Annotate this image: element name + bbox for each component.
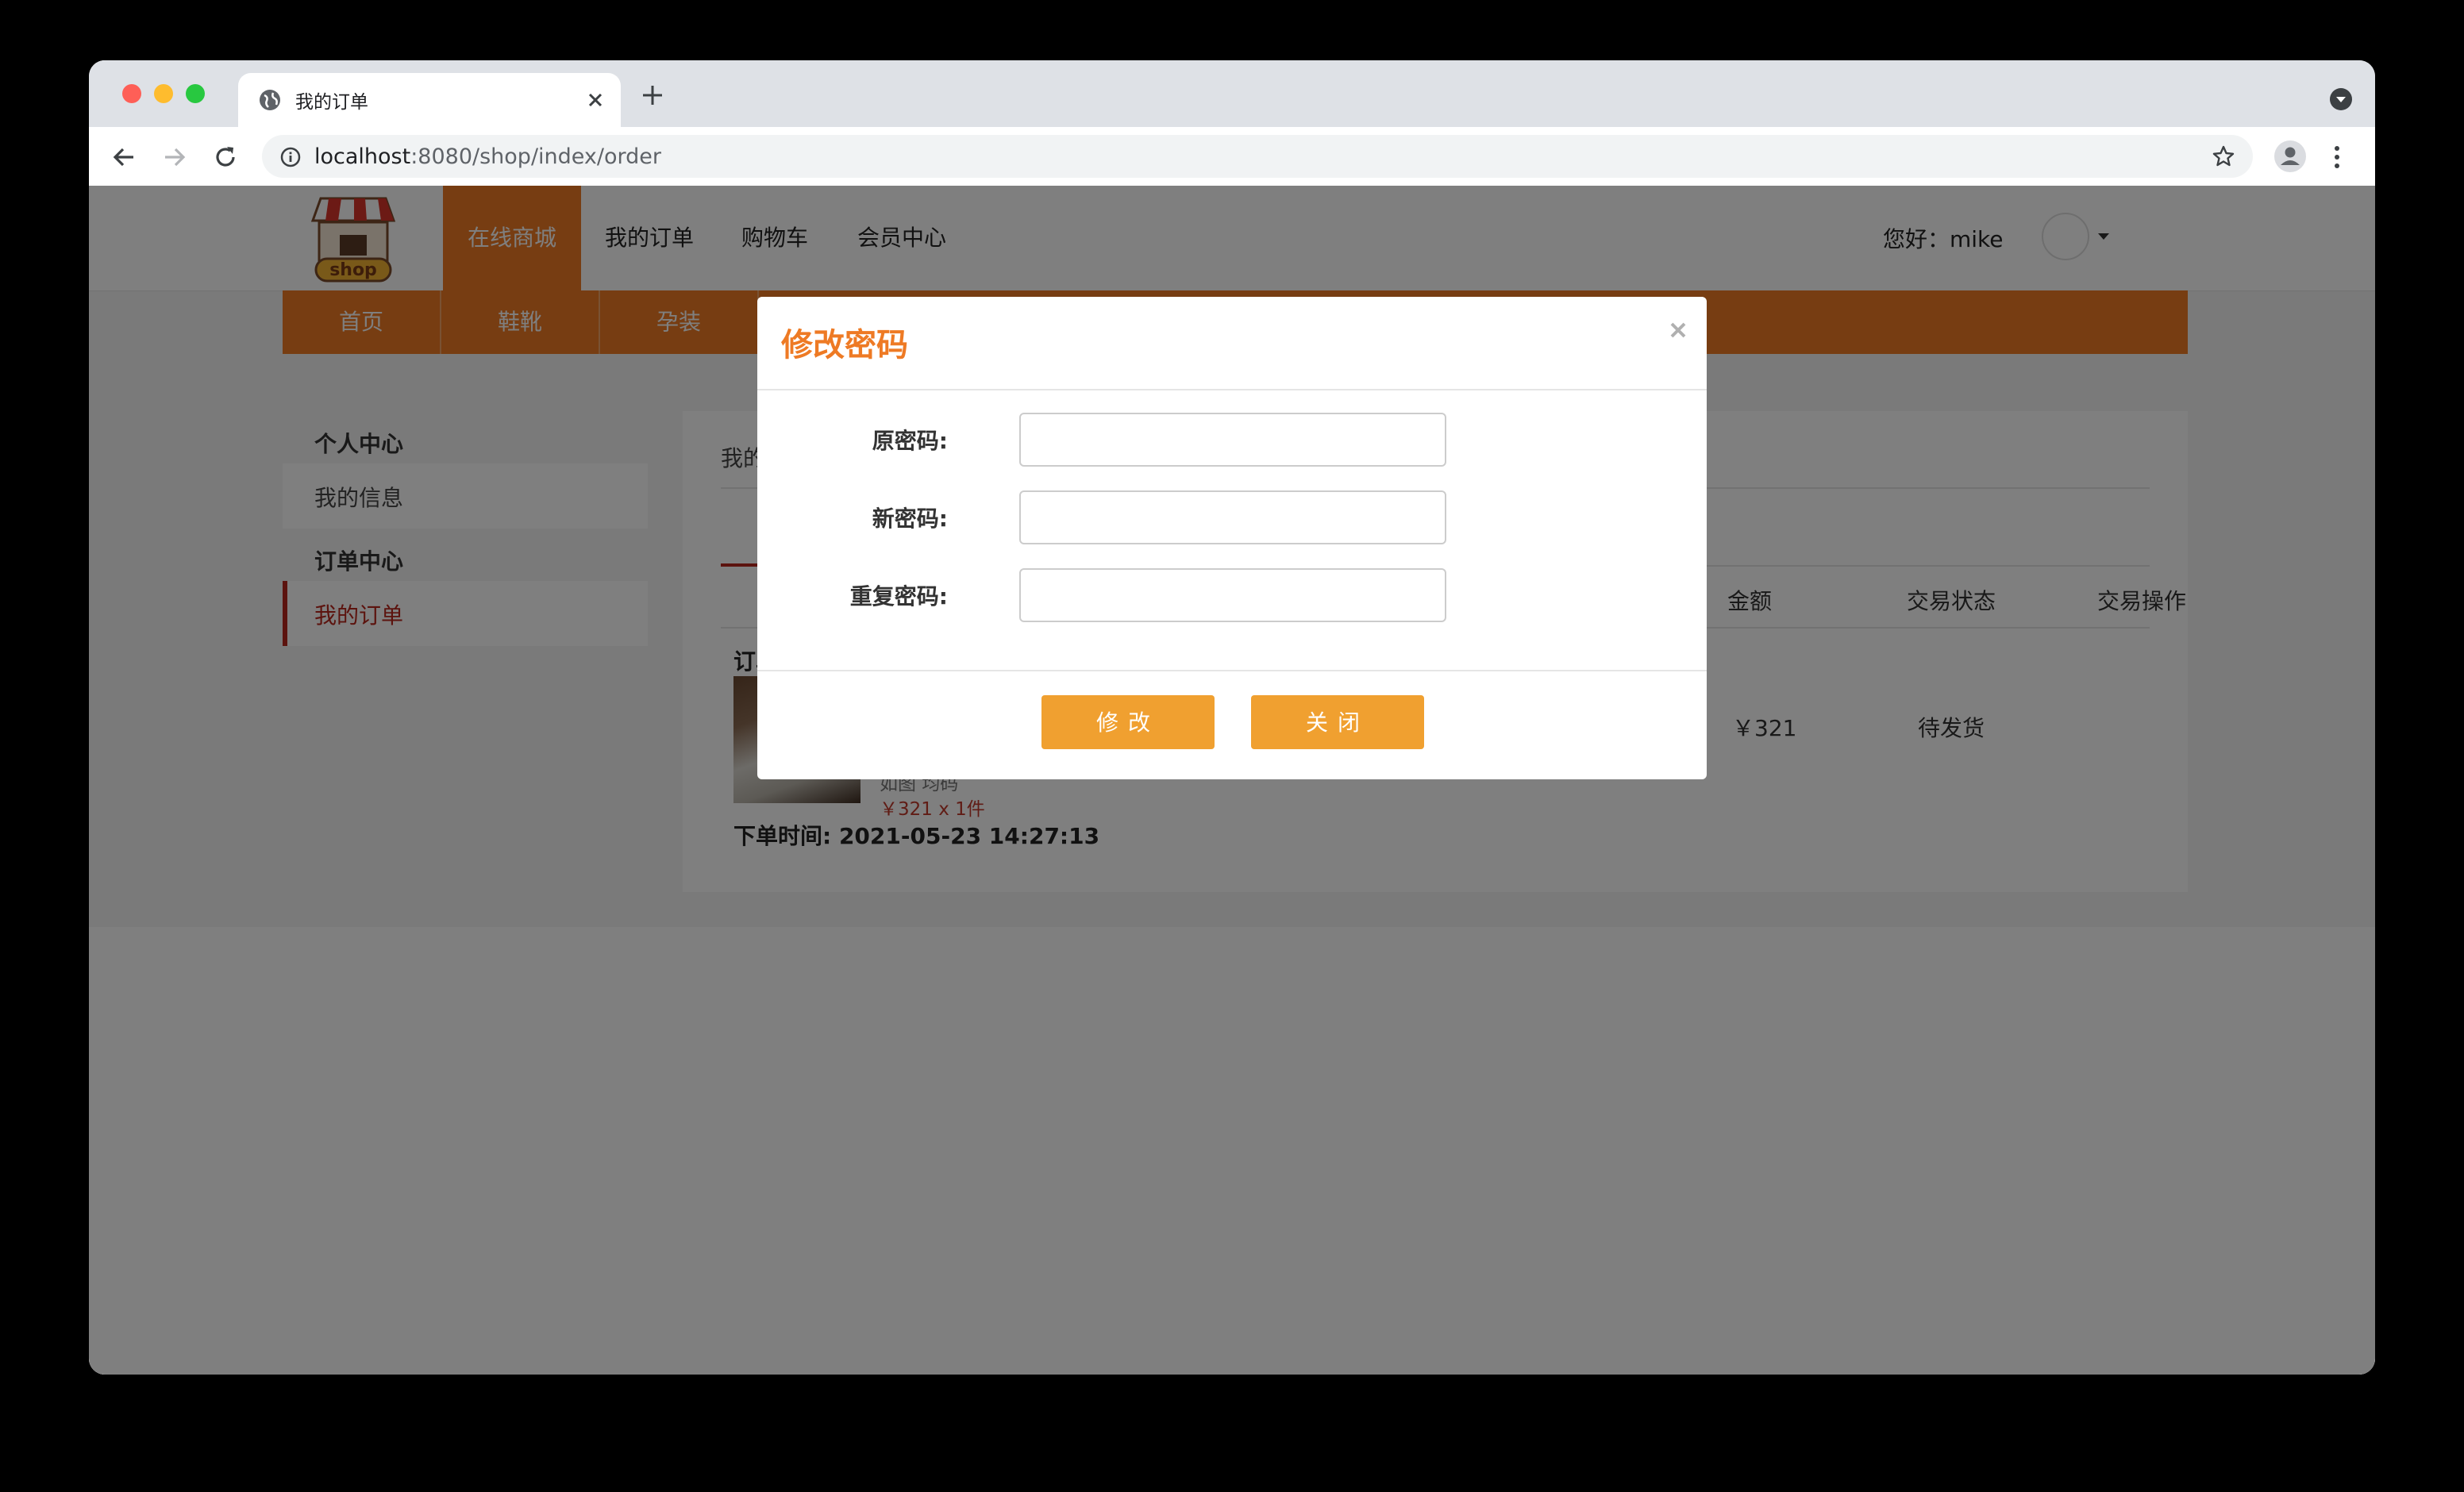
repeat-password-label: 重复密码: (849, 583, 948, 609)
divider (757, 389, 1707, 390)
close-window-button[interactable] (122, 84, 141, 103)
bookmark-star-icon[interactable] (2212, 144, 2235, 168)
close-button[interactable]: 关闭 (1251, 695, 1424, 749)
globe-icon (260, 90, 280, 110)
new-password-field[interactable] (1019, 490, 1446, 544)
maximize-window-button[interactable] (186, 84, 205, 103)
browser-tab[interactable]: 我的订单 (238, 73, 621, 127)
url-path: :8080/shop/index/order (410, 144, 662, 169)
url-host: localhost (314, 144, 411, 169)
tab-bar: 我的订单 (89, 60, 2375, 127)
new-tab-icon[interactable] (640, 83, 665, 108)
menu-kebab-icon[interactable] (2329, 143, 2345, 171)
change-password-dialog: 修改密码 原密码: 新密码: 重复密码: 修改 关闭 (757, 297, 1707, 779)
minimize-window-button[interactable] (154, 84, 173, 103)
profile-icon[interactable] (2273, 140, 2307, 173)
reload-icon[interactable] (211, 143, 240, 171)
browser-window: 我的订单 localhost:8080/shop/index/order 修改密… (89, 60, 2375, 1375)
tab-title: 我的订单 (295, 92, 368, 113)
tab-search-icon[interactable] (2329, 87, 2353, 111)
back-icon[interactable] (110, 143, 138, 171)
old-password-label: 原密码: (872, 428, 948, 454)
close-tab-icon[interactable] (584, 89, 606, 111)
browser-toolbar: localhost:8080/shop/index/order (89, 127, 2375, 186)
dialog-title: 修改密码 (781, 327, 908, 363)
modify-button[interactable]: 修改 (1041, 695, 1215, 749)
address-bar[interactable]: localhost:8080/shop/index/order (262, 135, 2253, 178)
forward-icon[interactable] (160, 143, 189, 171)
web-page: shop 在线商城 我的订单 购物车 会员中心 您好：mike 首页 鞋靴 孕装… (89, 186, 2375, 1375)
repeat-password-field[interactable] (1019, 568, 1446, 622)
info-icon[interactable] (279, 146, 302, 168)
url-text: localhost:8080/shop/index/order (314, 144, 661, 169)
old-password-field[interactable] (1019, 413, 1446, 467)
close-icon[interactable] (1667, 319, 1689, 341)
divider (757, 670, 1707, 671)
new-password-label: 新密码: (872, 506, 948, 532)
